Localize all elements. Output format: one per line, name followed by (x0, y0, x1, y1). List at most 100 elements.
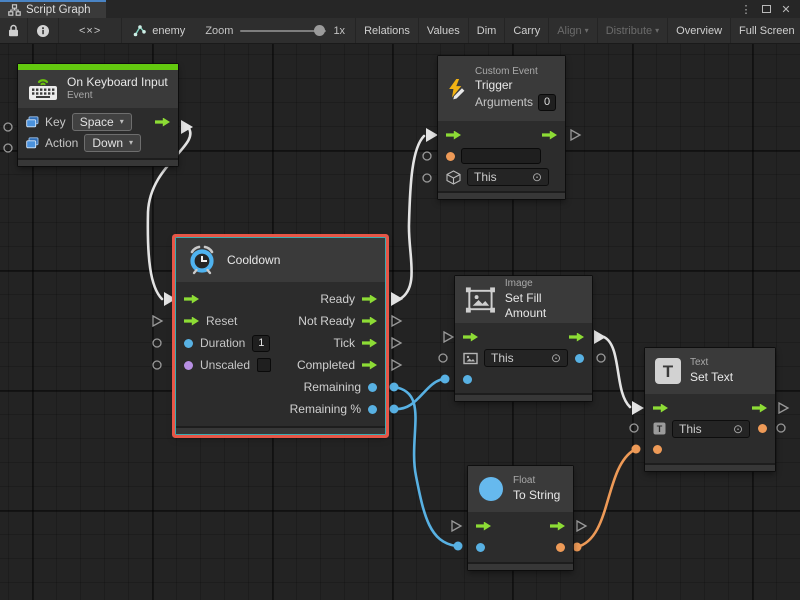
target-object-field[interactable]: This ⊙ (672, 420, 750, 438)
unscaled-checkbox[interactable] (257, 358, 271, 372)
flow-out-marker[interactable] (391, 292, 403, 306)
flow-output-tick[interactable] (362, 339, 377, 348)
port-marker[interactable] (392, 316, 401, 326)
text-input-port[interactable] (653, 445, 662, 454)
wire-end-dot[interactable] (632, 445, 641, 454)
node-text-set-text[interactable]: T Text Set Text T Th (645, 348, 775, 471)
edit-graph-button[interactable]: <×> (59, 18, 122, 43)
close-icon[interactable]: ✕ (778, 1, 794, 17)
flow-out-marker[interactable] (181, 120, 193, 134)
flow-input-port[interactable] (446, 131, 461, 140)
port-marker[interactable] (153, 339, 161, 347)
flow-in-marker[interactable] (164, 292, 176, 306)
key-dropdown[interactable]: Space ▾ (72, 113, 132, 131)
float-input-port[interactable] (476, 543, 485, 552)
flow-output-completed[interactable] (362, 361, 377, 370)
arguments-value[interactable]: 0 (538, 94, 556, 111)
value-output-remaining-pct[interactable] (368, 405, 377, 414)
node-float-to-string[interactable]: Float To String (468, 466, 573, 570)
maximize-icon[interactable] (758, 1, 774, 17)
inspect-button[interactable] (28, 18, 59, 43)
port-label-action: Action (45, 136, 78, 150)
graph-canvas[interactable]: On Keyboard Input Event Key Space ▾ (0, 44, 800, 600)
flow-input-port[interactable] (184, 295, 199, 304)
flow-input-port[interactable] (476, 522, 491, 531)
node-image-set-fill-amount[interactable]: Image Set Fill Amount This (455, 276, 592, 401)
port-marker[interactable] (153, 316, 162, 326)
value-output-port[interactable] (575, 354, 584, 363)
port-marker[interactable] (577, 521, 586, 531)
lock-button[interactable] (0, 18, 28, 43)
target-object-field[interactable]: This ⊙ (467, 168, 549, 186)
graph-breadcrumb[interactable]: enemy (122, 18, 195, 43)
zoom-slider-handle[interactable] (314, 25, 325, 36)
wire-end-dot[interactable] (573, 543, 582, 552)
port-marker[interactable] (630, 424, 638, 432)
wire-image-to-text[interactable] (604, 337, 630, 407)
action-dropdown[interactable]: Down ▾ (84, 134, 141, 152)
flow-output-port[interactable] (569, 333, 584, 342)
port-marker[interactable] (153, 361, 161, 369)
string-output-port[interactable] (556, 543, 565, 552)
wire-end-dot[interactable] (441, 375, 450, 384)
port-marker[interactable] (4, 144, 12, 152)
tab-script-graph[interactable]: Script Graph (0, 0, 106, 18)
node-footer (438, 191, 565, 199)
node-on-keyboard-input[interactable]: On Keyboard Input Event Key Space ▾ (18, 64, 178, 166)
port-marker[interactable] (423, 152, 431, 160)
toolbar-button-values[interactable]: Values (418, 18, 468, 43)
value-input-unscaled[interactable] (184, 361, 193, 370)
toolbar-button-fullscreen[interactable]: Full Screen (730, 18, 800, 43)
object-picker-icon: ⊙ (551, 352, 561, 364)
target-object-field[interactable]: This ⊙ (484, 349, 568, 367)
flow-output-ready[interactable] (362, 295, 377, 304)
node-cooldown[interactable]: Cooldown Ready Reset Not Ready Duration … (176, 238, 385, 434)
fill-amount-input-port[interactable] (463, 375, 472, 384)
toolbar-button-dim[interactable]: Dim (468, 18, 505, 43)
flow-input-reset[interactable] (184, 317, 199, 326)
value-output-remaining[interactable] (368, 383, 377, 392)
duration-input[interactable] (252, 335, 270, 352)
value-output-port[interactable] (758, 424, 767, 433)
port-label-not-ready: Not Ready (298, 314, 355, 328)
node-header: On Keyboard Input Event (18, 70, 178, 108)
flow-output-port[interactable] (155, 118, 170, 127)
toolbar-button-overview[interactable]: Overview (667, 18, 730, 43)
flow-in-marker[interactable] (426, 128, 438, 142)
flow-input-port[interactable] (653, 404, 668, 413)
port-marker[interactable] (392, 338, 401, 348)
wire-float-to-text[interactable] (577, 450, 634, 547)
wire-end-dot[interactable] (454, 542, 463, 551)
wire-remainingpct-to-image[interactable] (394, 379, 443, 409)
event-name-input[interactable] (461, 148, 541, 164)
flow-in-marker[interactable] (632, 401, 644, 415)
flow-output-port[interactable] (550, 522, 565, 531)
port-marker[interactable] (597, 354, 605, 362)
port-marker[interactable] (779, 403, 788, 413)
port-marker[interactable] (444, 332, 453, 342)
wire-end-dot[interactable] (390, 383, 399, 392)
value-input-port[interactable] (446, 152, 455, 161)
flow-output-not-ready[interactable] (362, 317, 377, 326)
wire-remaining-to-float[interactable] (394, 387, 456, 546)
node-custom-event-trigger[interactable]: Custom Event Trigger Arguments 0 (438, 56, 565, 199)
flow-out-marker[interactable] (594, 330, 606, 344)
port-marker[interactable] (4, 123, 12, 131)
value-input-duration[interactable] (184, 339, 193, 348)
flow-output-port[interactable] (752, 404, 767, 413)
flow-input-port[interactable] (463, 333, 478, 342)
wire-ready-to-customevent[interactable] (400, 136, 424, 299)
zoom-slider[interactable] (240, 30, 326, 32)
zoom-label: Zoom (205, 25, 233, 37)
menu-icon[interactable]: ⋮ (738, 1, 754, 17)
port-marker[interactable] (571, 130, 580, 140)
port-marker[interactable] (423, 174, 431, 182)
flow-output-port[interactable] (542, 131, 557, 140)
port-marker[interactable] (439, 354, 447, 362)
port-marker[interactable] (777, 424, 785, 432)
wire-end-dot[interactable] (390, 405, 399, 414)
port-marker[interactable] (452, 521, 461, 531)
port-marker[interactable] (392, 360, 401, 370)
toolbar-button-relations[interactable]: Relations (355, 18, 418, 43)
toolbar-button-carry[interactable]: Carry (504, 18, 548, 43)
